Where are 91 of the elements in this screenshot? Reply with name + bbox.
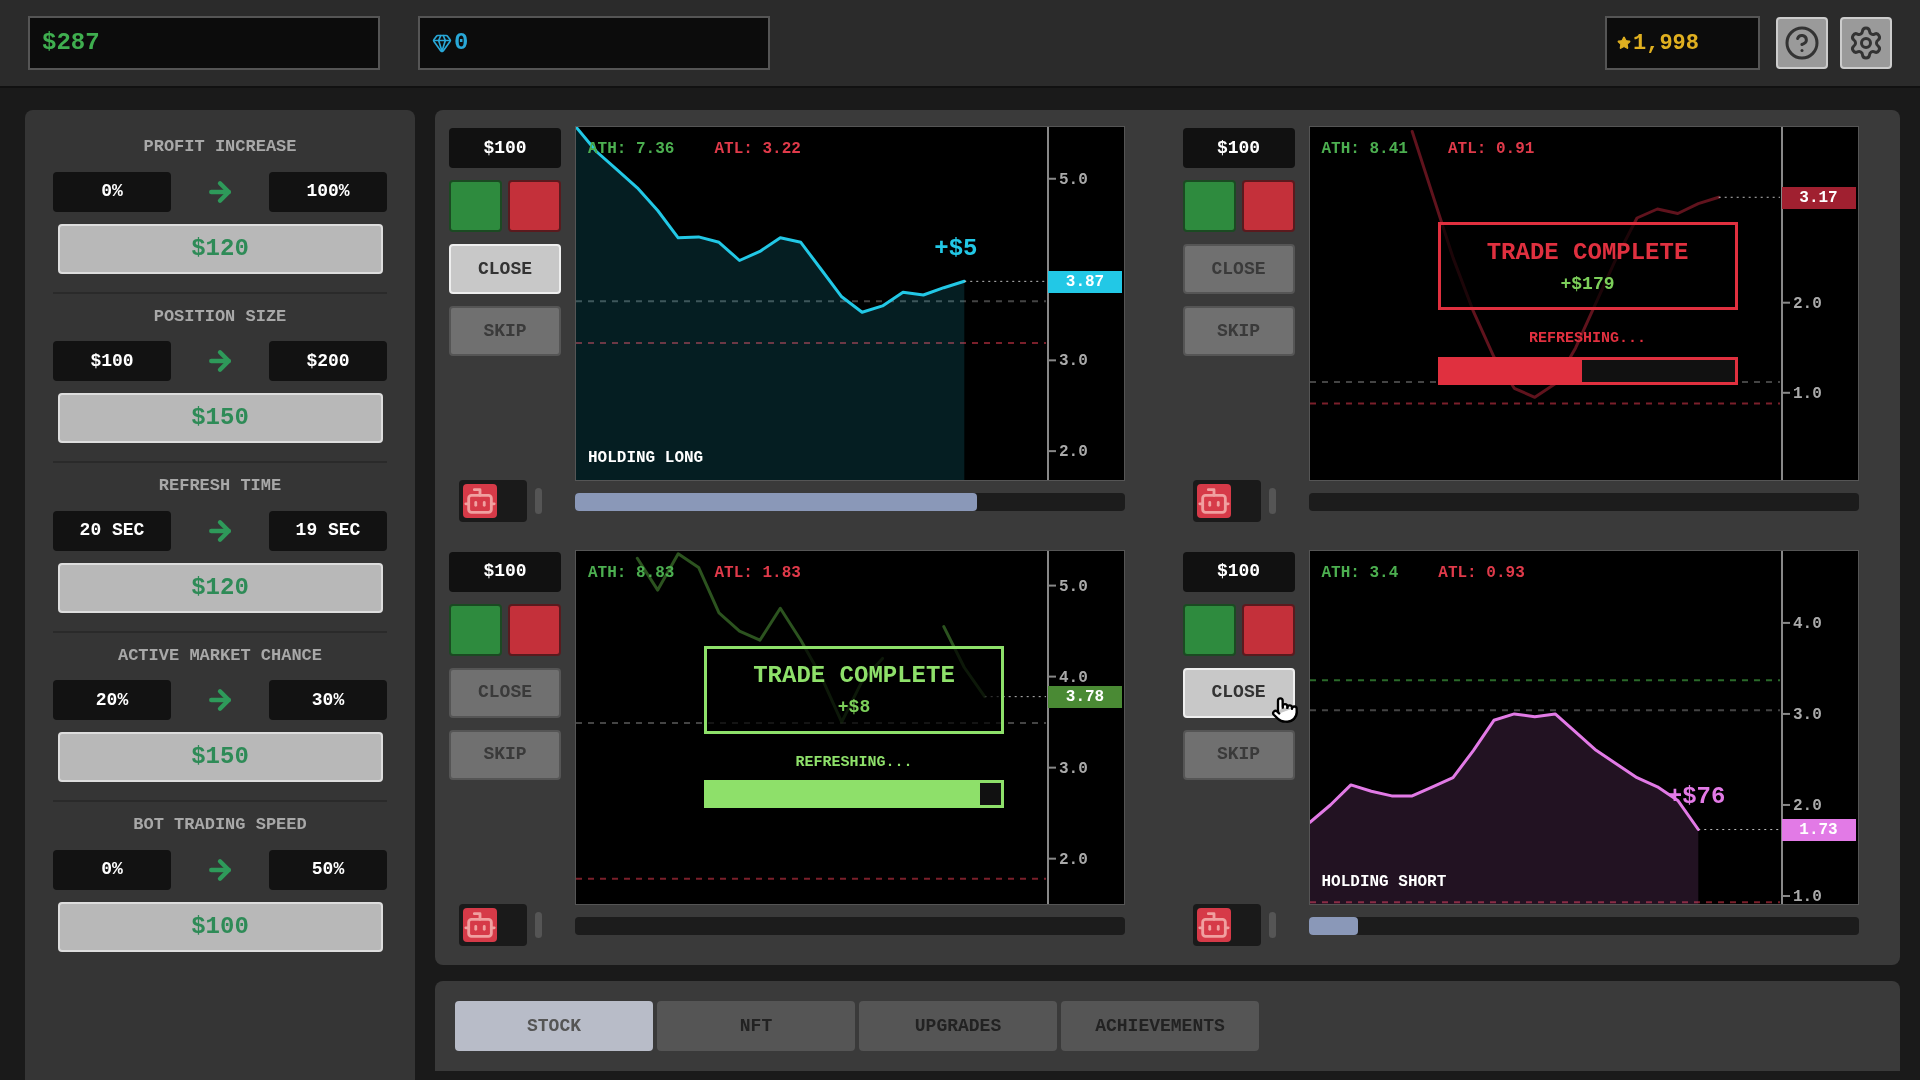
- axis-tick-label: 4.0: [1059, 668, 1088, 687]
- axis-tick-label: 3.0: [1059, 759, 1088, 778]
- axis-tick-label: 3.0: [1059, 352, 1088, 371]
- axis-tick-label: 4.0: [1792, 614, 1822, 633]
- close-button[interactable]: CLOSE: [1182, 667, 1295, 718]
- switch-handle[interactable]: [1268, 911, 1276, 938]
- position-status: HOLDING LONG: [588, 448, 704, 469]
- next-value: 19 SEC: [269, 510, 387, 551]
- upgrade-price-button[interactable]: $120: [57, 562, 383, 613]
- upgrade-title: POSITION SIZE: [153, 305, 287, 328]
- axis-tick-label: 1.0: [1792, 887, 1822, 904]
- robot-icon: [463, 907, 497, 942]
- close-button[interactable]: CLOSE: [449, 244, 561, 294]
- bet-amount: $100: [449, 551, 561, 592]
- hand-cursor-icon: [1270, 695, 1299, 724]
- gem-icon: [432, 33, 452, 53]
- settings-button[interactable]: [1840, 17, 1892, 69]
- current-value: 20%: [53, 680, 171, 720]
- upgrade-title: REFRESH TIME: [158, 475, 282, 497]
- upgrade-title: ACTIVE MARKET CHANCE: [117, 644, 322, 667]
- price-tag: 3.87: [1048, 271, 1122, 294]
- upgrade-price-button[interactable]: $100: [57, 901, 383, 952]
- bet-amount: $100: [1182, 551, 1295, 592]
- sell-button[interactable]: [508, 603, 561, 656]
- all-time-low: ATL: 0.93: [1438, 562, 1525, 584]
- robot-icon: [1196, 907, 1231, 942]
- all-time-high: ATH: 3.4: [1321, 562, 1399, 584]
- sell-button[interactable]: [1241, 603, 1295, 656]
- money-display: $287: [28, 16, 380, 70]
- axis-tick-label: 2.0: [1792, 294, 1822, 313]
- price-tag: 1.73: [1781, 819, 1856, 842]
- gem-count: 0: [454, 28, 469, 58]
- next-value: 100%: [269, 171, 387, 212]
- switch-handle[interactable]: [535, 488, 542, 514]
- help-button[interactable]: [1776, 17, 1828, 69]
- star-icon: [1617, 36, 1631, 50]
- axis-tick-label: 5.0: [1059, 577, 1088, 596]
- robot-icon: [463, 484, 497, 518]
- sell-button[interactable]: [508, 180, 561, 232]
- upgrade-price-button[interactable]: $120: [57, 223, 383, 274]
- upgrade-title: BOT TRADING SPEED: [133, 814, 307, 836]
- buy-button[interactable]: [1182, 603, 1236, 656]
- axis-tick-label: 2.0: [1059, 443, 1088, 462]
- buy-button[interactable]: [449, 180, 502, 232]
- bet-amount: $100: [1182, 128, 1295, 168]
- current-value: 20 SEC: [53, 510, 171, 551]
- all-time-high: ATH: 8.83: [588, 562, 675, 584]
- profit-label: +$5: [934, 234, 978, 265]
- refreshing-label: REFRESHING...: [795, 752, 913, 773]
- tab[interactable]: STOCK: [455, 1001, 653, 1051]
- price-tag: 3.17: [1781, 187, 1856, 210]
- trade-complete-title: TRADE COMPLETE: [1486, 237, 1689, 268]
- all-time-low: ATL: 3.22: [714, 139, 801, 160]
- next-value: $200: [269, 341, 387, 381]
- refreshing-label: REFRESHING...: [1529, 329, 1646, 349]
- bet-amount: $100: [449, 128, 561, 168]
- sell-button[interactable]: [1241, 180, 1295, 232]
- axis-tick-label: 2.0: [1059, 850, 1088, 869]
- bot-toggle-button[interactable]: [459, 903, 527, 946]
- help-icon: [1784, 25, 1820, 61]
- all-time-low: ATL: 0.91: [1447, 139, 1535, 160]
- price-tag: 3.78: [1048, 686, 1122, 709]
- axis-tick-label: 2.0: [1792, 796, 1822, 815]
- robot-icon: [1196, 484, 1231, 518]
- buy-button[interactable]: [1182, 180, 1236, 232]
- current-value: 0%: [53, 849, 171, 890]
- next-value: 30%: [269, 680, 387, 720]
- position-status: HOLDING SHORT: [1321, 871, 1447, 893]
- upgrade-price-button[interactable]: $150: [57, 732, 383, 782]
- trade-profit: +$179: [1560, 272, 1615, 296]
- trade-complete-title: TRADE COMPLETE: [753, 661, 955, 691]
- next-value: 50%: [269, 849, 387, 890]
- switch-handle[interactable]: [1268, 488, 1276, 514]
- profit-label: +$76: [1667, 782, 1726, 813]
- buy-button[interactable]: [449, 603, 502, 656]
- upgrade-price-button[interactable]: $150: [57, 393, 383, 443]
- bot-toggle-button[interactable]: [459, 480, 527, 522]
- settings-icon: [1848, 25, 1884, 61]
- axis-tick-label: 5.0: [1059, 170, 1088, 189]
- switch-handle[interactable]: [535, 911, 542, 938]
- current-value: 0%: [53, 171, 171, 212]
- star-count: 1,998: [1633, 29, 1699, 58]
- bot-toggle-button[interactable]: [1192, 903, 1261, 946]
- current-value: $100: [53, 341, 171, 381]
- all-time-low: ATL: 1.83: [714, 562, 801, 584]
- all-time-high: ATH: 8.41: [1321, 139, 1408, 160]
- trade-profit: +$8: [837, 696, 871, 719]
- upgrade-title: PROFIT INCREASE: [143, 136, 297, 158]
- bot-toggle-button[interactable]: [1192, 480, 1261, 522]
- axis-tick-label: 3.0: [1792, 705, 1822, 724]
- axis-tick-label: 1.0: [1792, 384, 1822, 403]
